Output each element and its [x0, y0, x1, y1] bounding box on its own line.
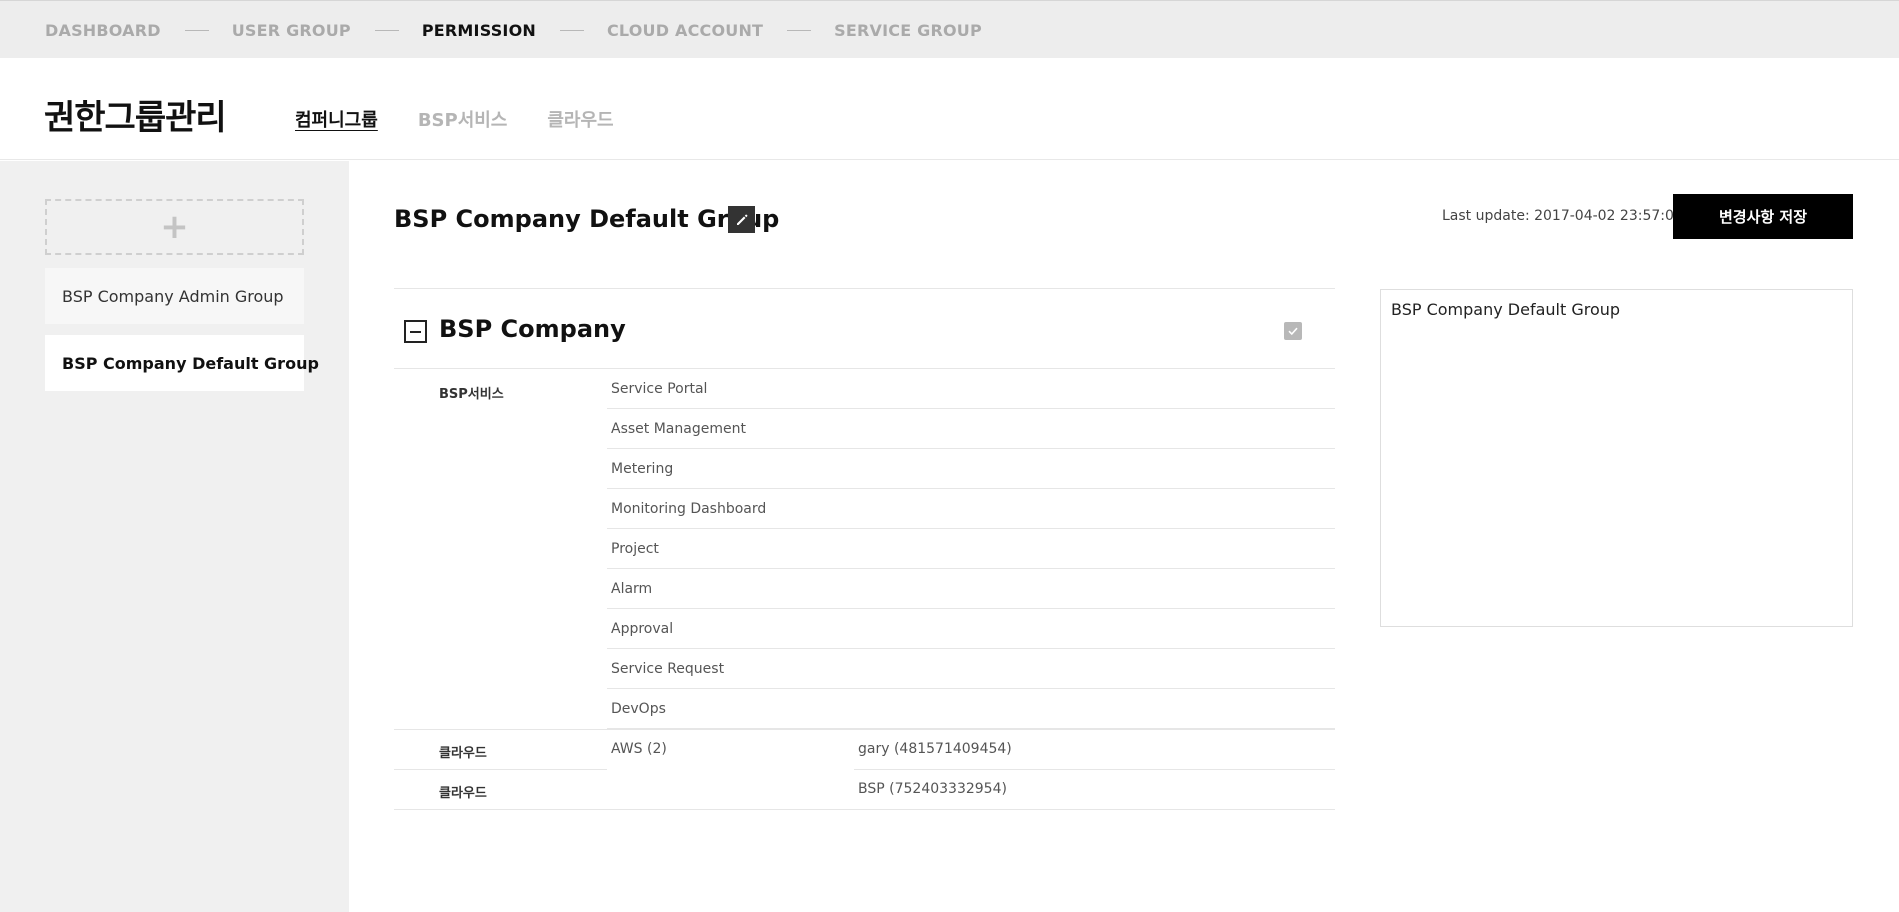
main-panel: BSP Company Default Group Last update: 2…: [349, 161, 1899, 912]
group-item-default[interactable]: BSP Company Default Group: [45, 335, 319, 391]
step-user-group[interactable]: USER GROUP: [232, 21, 351, 40]
company-name: BSP Company: [439, 315, 626, 343]
service-row[interactable]: Service Request: [607, 649, 1335, 689]
group-sidebar: + BSP Company Admin Group BSP Company De…: [0, 161, 349, 912]
cloud-category-label: 클라우드: [439, 746, 487, 761]
cloud-account: gary (481571409454): [858, 741, 1012, 757]
tab-company-group[interactable]: 컴퍼니그룹: [295, 106, 378, 132]
add-group-button[interactable]: +: [45, 199, 304, 255]
step-separator: [374, 30, 399, 31]
company-header: BSP Company: [394, 288, 1335, 369]
service-row[interactable]: Alarm: [607, 569, 1335, 609]
group-item-admin[interactable]: BSP Company Admin Group: [45, 268, 304, 324]
cloud-row[interactable]: 클라우드 BSP (752403332954): [394, 770, 1335, 810]
tab-cloud[interactable]: 클라우드: [547, 106, 613, 132]
service-row[interactable]: Metering: [607, 449, 1335, 489]
step-list: DASHBOARD USER GROUP PERMISSION CLOUD AC…: [45, 21, 982, 40]
service-row[interactable]: DevOps: [607, 689, 1335, 729]
cloud-category-label: 클라우드: [439, 786, 487, 801]
page-header: 권한그룹관리 컴퍼니그룹 BSP서비스 클라우드: [0, 58, 1899, 160]
collapse-minus-icon[interactable]: [404, 320, 427, 343]
service-row[interactable]: Project: [607, 529, 1335, 569]
cloud-row[interactable]: 클라우드 AWS (2) gary (481571409454): [394, 730, 1335, 770]
step-permission[interactable]: PERMISSION: [422, 21, 536, 40]
service-row[interactable]: Monitoring Dashboard: [607, 489, 1335, 529]
save-changes-button[interactable]: 변경사항 저장: [1673, 194, 1853, 239]
service-category-label: BSP서비스: [439, 387, 504, 402]
step-separator: [787, 30, 812, 31]
step-service-group[interactable]: SERVICE GROUP: [834, 21, 982, 40]
last-update-text: Last update: 2017-04-02 23:57:03: [1442, 208, 1683, 224]
checkmark-icon: [1288, 327, 1298, 336]
step-separator: [559, 30, 584, 31]
step-cloud-account[interactable]: CLOUD ACCOUNT: [607, 21, 763, 40]
pencil-icon: [736, 214, 747, 225]
cloud-account: BSP (752403332954): [858, 781, 1007, 797]
step-dashboard[interactable]: DASHBOARD: [45, 21, 161, 40]
group-description-textarea[interactable]: BSP Company Default Group: [1380, 289, 1853, 627]
page-title: 권한그룹관리: [44, 98, 227, 138]
service-row[interactable]: Approval: [607, 609, 1335, 649]
company-permission-block: BSP Company BSP서비스 Service Portal Asset …: [394, 288, 1335, 810]
group-title: BSP Company Default Group: [394, 205, 780, 233]
edit-title-button[interactable]: [728, 206, 755, 233]
permission-rows: BSP서비스 Service Portal Asset Management M…: [394, 369, 1335, 810]
tab-bsp-service[interactable]: BSP서비스: [418, 106, 508, 132]
step-navigation: DASHBOARD USER GROUP PERMISSION CLOUD AC…: [0, 0, 1899, 58]
step-separator: [184, 30, 209, 31]
row-divider: [394, 809, 1335, 810]
service-row[interactable]: Service Portal: [607, 369, 1335, 409]
company-checkbox[interactable]: [1284, 322, 1302, 340]
tab-bar: 컴퍼니그룹 BSP서비스 클라우드: [295, 106, 654, 132]
plus-icon: +: [160, 207, 189, 247]
cloud-provider: AWS (2): [611, 741, 667, 757]
service-row[interactable]: Asset Management: [607, 409, 1335, 449]
